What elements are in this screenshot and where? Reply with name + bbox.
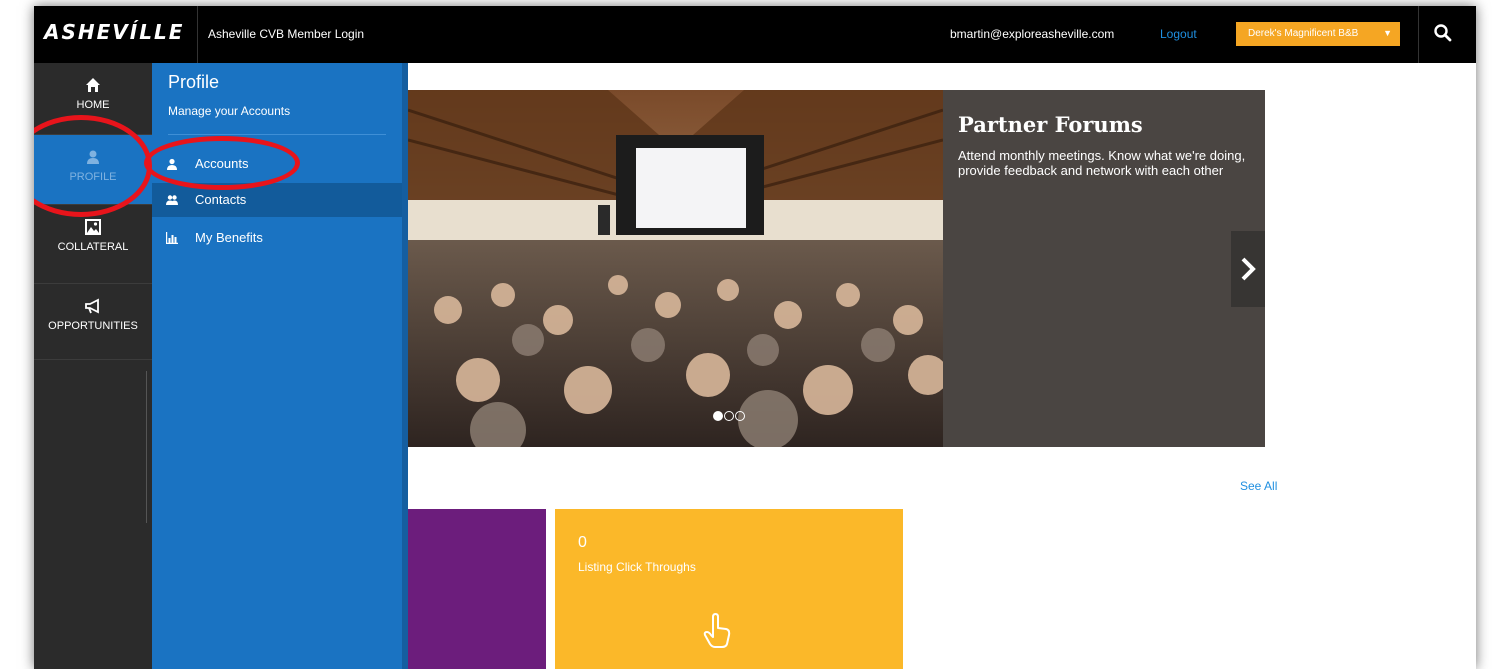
slide-title: Partner Forums <box>958 112 1143 137</box>
flyout-item-label: Accounts <box>195 156 249 171</box>
nav-item-home[interactable]: HOME <box>34 63 152 135</box>
left-nav: HOME PROFILE COLLATERAL OPPORTUNITIES <box>34 63 152 669</box>
stat-tile[interactable] <box>408 509 546 669</box>
carousel-dot[interactable] <box>713 411 723 421</box>
app-title: Asheville CVB Member Login <box>208 27 365 41</box>
asheville-logo[interactable]: ASHEVÍLLE <box>44 20 184 44</box>
nav-item-opportunities[interactable]: OPPORTUNITIES <box>34 284 152 360</box>
flyout-subtitle: Manage your Accounts <box>168 104 291 118</box>
carousel-next-button[interactable] <box>1231 231 1265 307</box>
nav-item-collateral[interactable]: COLLATERAL <box>34 205 152 284</box>
user-email: bmartin@exploreasheville.com <box>950 27 1115 41</box>
users-icon <box>166 195 178 205</box>
megaphone-icon <box>85 298 99 314</box>
nav-item-label: OPPORTUNITIES <box>48 320 138 332</box>
divider <box>168 134 386 135</box>
hero-carousel: Partner Forums Attend monthly meetings. … <box>408 90 1265 447</box>
bar-chart-icon <box>166 232 178 244</box>
chevron-right-icon <box>1241 257 1256 281</box>
flyout-title: Profile <box>168 72 220 92</box>
user-icon <box>167 158 177 170</box>
flyout-item-contacts[interactable]: Contacts <box>152 183 402 217</box>
carousel-dot[interactable] <box>735 411 745 421</box>
flyout-item-label: Contacts <box>195 192 247 207</box>
hand-pointer-icon <box>703 613 731 648</box>
top-bar: ASHEVÍLLE Asheville CVB Member Login bma… <box>34 6 1476 63</box>
divider <box>1418 6 1419 63</box>
app-window: ASHEVÍLLE Asheville CVB Member Login bma… <box>34 6 1476 669</box>
carousel-dot[interactable] <box>724 411 734 421</box>
flyout-item-my-benefits[interactable]: My Benefits <box>152 221 402 255</box>
divider <box>197 6 198 63</box>
see-all-link[interactable]: See All <box>1240 479 1277 493</box>
tile-label: Listing Click Throughs <box>578 560 696 574</box>
nav-item-label: COLLATERAL <box>57 241 129 253</box>
search-icon[interactable] <box>1432 22 1454 44</box>
carousel-indicators <box>713 408 746 426</box>
conference-photo <box>408 90 943 447</box>
slide-description: Attend monthly meetings. Know what we're… <box>958 148 1246 178</box>
account-select[interactable]: Derek's Magnificent B&B ▼ <box>1236 22 1400 46</box>
nav-item-label: PROFILE <box>69 171 117 183</box>
account-select-value: Derek's Magnificent B&B <box>1248 28 1359 39</box>
profile-flyout: Profile Manage your Accounts Accounts Co… <box>152 63 402 669</box>
stat-tile-listing-click-throughs[interactable]: 0 Listing Click Throughs <box>555 509 903 669</box>
divider <box>146 371 147 523</box>
chevron-down-icon: ▼ <box>1383 28 1392 38</box>
image-icon <box>85 219 101 235</box>
flyout-item-label: My Benefits <box>195 230 263 245</box>
tile-count: 0 <box>578 534 587 551</box>
slide-caption-panel: Partner Forums Attend monthly meetings. … <box>943 90 1265 447</box>
nav-item-profile[interactable]: PROFILE <box>34 135 152 205</box>
home-icon <box>86 78 100 92</box>
logout-link[interactable]: Logout <box>1160 27 1197 41</box>
user-icon <box>87 150 99 164</box>
flyout-item-accounts[interactable]: Accounts <box>152 147 402 181</box>
nav-item-label: HOME <box>76 99 110 111</box>
